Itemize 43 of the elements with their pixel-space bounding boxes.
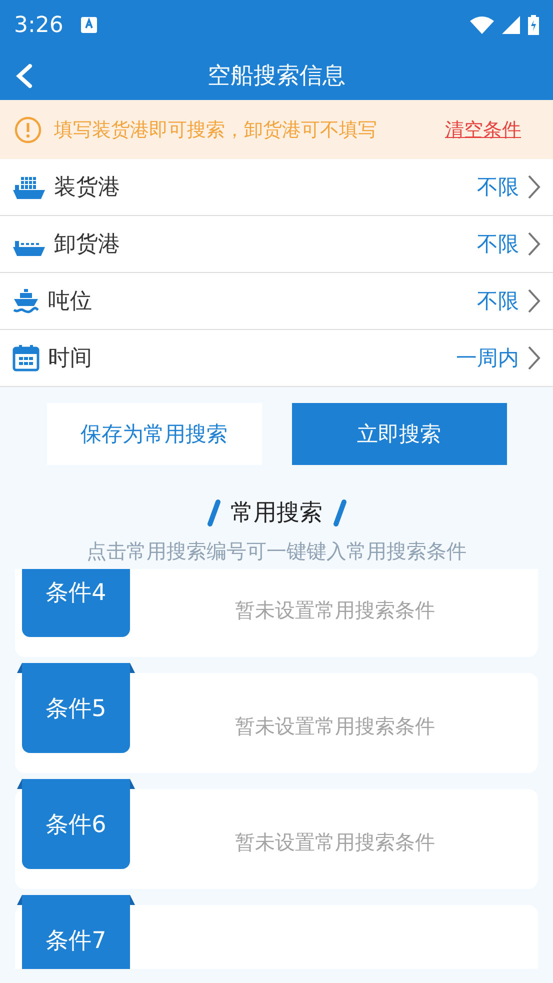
slash-icon xyxy=(332,498,346,526)
back-icon[interactable] xyxy=(14,63,34,89)
empty-condition-text: 暂未设置常用搜索条件 xyxy=(235,829,435,856)
filter-label: 时间 xyxy=(48,345,92,373)
condition-tab[interactable]: 条件6 xyxy=(22,779,130,869)
warning-icon xyxy=(14,116,42,144)
filter-label: 吨位 xyxy=(48,288,92,316)
filter-value: 不限 xyxy=(477,288,519,315)
cargo-ship-icon xyxy=(12,174,46,200)
filter-value: 一周内 xyxy=(456,345,519,372)
chevron-right-icon xyxy=(527,174,541,200)
notification-icon xyxy=(81,17,98,33)
search-button[interactable]: 立即搜索 xyxy=(292,403,506,465)
section-title: 常用搜索 xyxy=(230,499,322,528)
filter-row[interactable]: 装货港 不限 xyxy=(0,159,553,216)
empty-condition-text: 暂未设置常用搜索条件 xyxy=(235,713,435,740)
filter-label: 卸货港 xyxy=(54,231,120,259)
section-subtitle: 点击常用搜索编号可一键键入常用搜索条件 xyxy=(86,538,468,565)
chevron-right-icon xyxy=(527,345,541,371)
notice-text: 填写装货港即可搜索，卸货港可不填写 xyxy=(54,118,377,142)
status-time: 3:26 xyxy=(14,12,64,38)
signal-icon xyxy=(502,16,520,34)
condition-tab[interactable]: 条件4 xyxy=(22,569,130,637)
filter-label: 装货港 xyxy=(54,174,120,202)
page-title: 空船搜索信息 xyxy=(208,62,346,90)
cargo-ship-icon xyxy=(12,240,46,256)
filter-row[interactable]: 时间 一周内 xyxy=(0,330,553,387)
save-search-button[interactable]: 保存为常用搜索 xyxy=(46,403,262,465)
empty-condition-text: 暂未设置常用搜索条件 xyxy=(235,597,435,624)
calendar-icon xyxy=(12,344,40,372)
filter-value: 不限 xyxy=(477,174,519,201)
battery-icon xyxy=(528,15,539,35)
ship-icon xyxy=(12,287,40,315)
wifi-icon xyxy=(470,16,494,34)
chevron-right-icon xyxy=(527,231,541,257)
filter-row[interactable]: 卸货港 不限 xyxy=(0,216,553,273)
filter-row[interactable]: 吨位 不限 xyxy=(0,273,553,330)
chevron-right-icon xyxy=(527,288,541,314)
filter-value: 不限 xyxy=(477,231,519,258)
condition-tab[interactable]: 条件5 xyxy=(22,663,130,753)
clear-conditions-link[interactable]: 清空条件 xyxy=(445,116,521,142)
condition-tab[interactable]: 条件7 xyxy=(22,895,130,969)
slash-icon xyxy=(206,498,220,526)
